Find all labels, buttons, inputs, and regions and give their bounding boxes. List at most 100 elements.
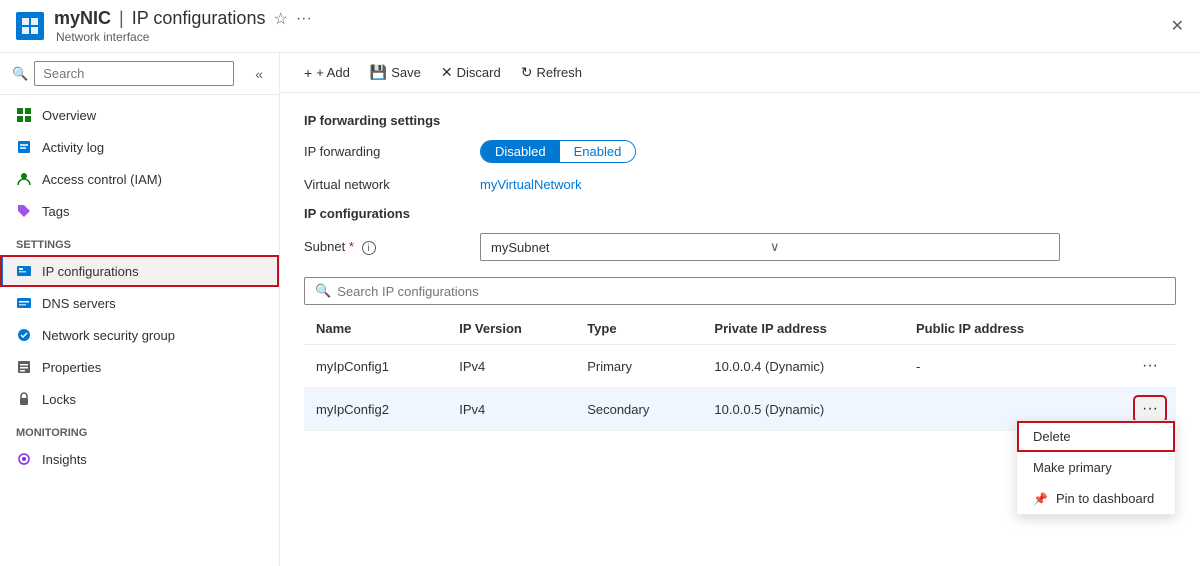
sidebar-item-activity-log[interactable]: Activity log — [0, 131, 279, 163]
add-button[interactable]: + + Add — [296, 60, 358, 86]
virtual-network-link[interactable]: myVirtualNetwork — [480, 177, 582, 192]
discard-icon: ✕ — [441, 64, 453, 81]
col-header-type: Type — [575, 313, 702, 345]
row1-name: myIpConfig1 — [304, 345, 447, 388]
sidebar-item-properties[interactable]: Properties — [0, 351, 279, 383]
locks-label: Locks — [42, 392, 76, 407]
row1-more-button[interactable]: ··· — [1136, 355, 1164, 377]
favorite-icon[interactable]: ☆ — [273, 9, 287, 29]
row2-private-ip: 10.0.0.5 (Dynamic) — [702, 388, 904, 431]
table-search-input[interactable] — [337, 284, 1165, 299]
refresh-icon: ↻ — [521, 64, 533, 81]
resource-name: myNIC — [54, 8, 111, 29]
subnet-row: Subnet * i mySubnet ∨ — [304, 233, 1176, 261]
sidebar-item-tags[interactable]: Tags — [0, 195, 279, 227]
context-menu-delete[interactable]: Delete — [1017, 421, 1175, 452]
chevron-down-icon: ∨ — [770, 239, 1049, 255]
row1-actions: ··· — [1099, 345, 1176, 388]
row1-private-ip: 10.0.0.4 (Dynamic) — [702, 345, 904, 388]
tags-icon — [16, 203, 32, 219]
virtual-network-label: Virtual network — [304, 177, 464, 192]
access-control-label: Access control (IAM) — [42, 172, 162, 187]
discard-label: Discard — [457, 65, 501, 80]
sidebar-item-locks[interactable]: Locks — [0, 383, 279, 415]
ip-forwarding-toggle[interactable]: Disabled Enabled — [480, 140, 636, 163]
subnet-dropdown[interactable]: mySubnet ∨ — [480, 233, 1060, 261]
search-icon: 🔍 — [12, 66, 28, 82]
page-title: IP configurations — [132, 8, 266, 29]
insights-icon — [16, 451, 32, 467]
refresh-button[interactable]: ↻ Refresh — [513, 59, 590, 86]
locks-icon — [16, 391, 32, 407]
ip-config-section-title: IP configurations — [304, 206, 1176, 221]
settings-section-title: Settings — [0, 227, 279, 255]
toggle-disabled[interactable]: Disabled — [481, 141, 560, 162]
search-input[interactable] — [34, 61, 234, 86]
make-primary-label: Make primary — [1033, 460, 1112, 475]
discard-button[interactable]: ✕ Discard — [433, 59, 509, 86]
sidebar-item-ip-configurations[interactable]: IP configurations — [0, 255, 279, 287]
row2-name: myIpConfig2 — [304, 388, 447, 431]
form-content: IP forwarding settings IP forwarding Dis… — [280, 93, 1200, 566]
required-indicator: * — [349, 239, 354, 254]
context-menu-pin[interactable]: 📌 Pin to dashboard — [1017, 483, 1175, 514]
sidebar-item-dns-servers[interactable]: DNS servers — [0, 287, 279, 319]
col-header-name: Name — [304, 313, 447, 345]
tags-label: Tags — [42, 204, 69, 219]
insights-label: Insights — [42, 452, 87, 467]
sidebar-item-network-security-group[interactable]: Network security group — [0, 319, 279, 351]
sidebar-item-access-control[interactable]: Access control (IAM) — [0, 163, 279, 195]
row1-public-ip: - — [904, 345, 1099, 388]
activity-log-label: Activity log — [42, 140, 104, 155]
pin-icon: 📌 — [1033, 492, 1048, 506]
dns-label: DNS servers — [42, 296, 116, 311]
properties-label: Properties — [42, 360, 101, 375]
context-menu: Delete Make primary 📌 Pin to dashboard — [1016, 420, 1176, 515]
subnet-info-icon[interactable]: i — [362, 241, 376, 255]
sidebar-item-insights[interactable]: Insights — [0, 443, 279, 475]
row2-more-button[interactable]: ··· — [1136, 398, 1164, 420]
pin-label: Pin to dashboard — [1056, 491, 1154, 506]
access-control-icon — [16, 171, 32, 187]
table-search-icon: 🔍 — [315, 283, 331, 299]
ip-config-table: Name IP Version Type Private IP address … — [304, 313, 1176, 431]
col-header-private-ip: Private IP address — [702, 313, 904, 345]
row2-ip-version: IPv4 — [447, 388, 575, 431]
toolbar: + + Add 💾 Save ✕ Discard ↻ Refresh — [280, 53, 1200, 93]
row1-type: Primary — [575, 345, 702, 388]
toggle-enabled[interactable]: Enabled — [560, 141, 636, 162]
sidebar-search-container: 🔍 « — [0, 53, 279, 95]
ip-config-icon — [16, 263, 32, 279]
sidebar-item-overview[interactable]: Overview — [0, 99, 279, 131]
sidebar-nav: Overview Activity log Access control (IA… — [0, 95, 279, 566]
nsg-label: Network security group — [42, 328, 175, 343]
save-label: Save — [391, 65, 421, 80]
close-button[interactable]: ✕ — [1171, 16, 1184, 36]
delete-label: Delete — [1033, 429, 1071, 444]
table-search-container: 🔍 — [304, 277, 1176, 305]
nsg-icon — [16, 327, 32, 343]
title-more-icon[interactable]: ··· — [296, 10, 312, 28]
overview-label: Overview — [42, 108, 96, 123]
row2-actions: ··· Delete Make primary — [1099, 388, 1176, 431]
ip-forwarding-row: IP forwarding Disabled Enabled — [304, 140, 1176, 163]
col-header-actions — [1099, 313, 1176, 345]
sidebar: 🔍 « Overview Activity lo — [0, 53, 280, 566]
resource-type: Network interface — [56, 30, 149, 46]
refresh-label: Refresh — [536, 65, 582, 80]
dns-icon — [16, 295, 32, 311]
ip-forwarding-label: IP forwarding — [304, 144, 464, 159]
context-menu-make-primary[interactable]: Make primary — [1017, 452, 1175, 483]
add-icon: + — [304, 65, 312, 81]
sidebar-collapse-button[interactable]: « — [251, 62, 267, 86]
col-header-public-ip: Public IP address — [904, 313, 1099, 345]
activity-log-icon — [16, 139, 32, 155]
properties-icon — [16, 359, 32, 375]
save-button[interactable]: 💾 Save — [362, 59, 429, 86]
title-separator: | — [119, 8, 124, 29]
content-area: + + Add 💾 Save ✕ Discard ↻ Refresh — [280, 53, 1200, 566]
table-row: myIpConfig1 IPv4 Primary 10.0.0.4 (Dynam… — [304, 345, 1176, 388]
virtual-network-row: Virtual network myVirtualNetwork — [304, 177, 1176, 192]
row2-type: Secondary — [575, 388, 702, 431]
ip-forwarding-section-title: IP forwarding settings — [304, 113, 1176, 128]
